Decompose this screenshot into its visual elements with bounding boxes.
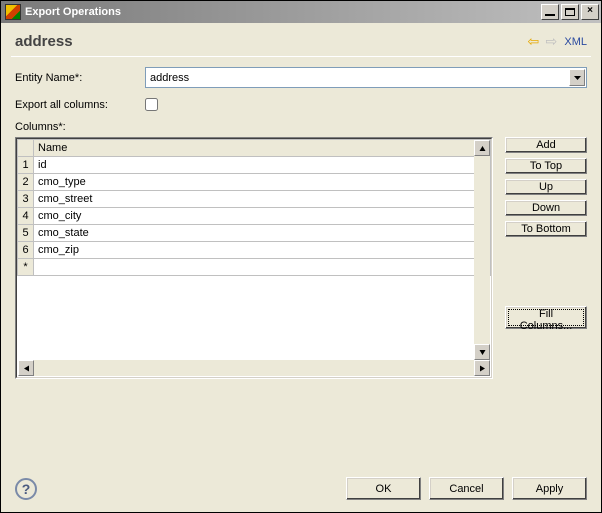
- table-row: 2cmo_type: [18, 174, 491, 191]
- ok-button[interactable]: OK: [346, 477, 421, 500]
- export-operations-window: Export Operations × address ⇦ ⇨ XML Enti…: [0, 0, 602, 513]
- export-all-checkbox[interactable]: [145, 98, 158, 111]
- entity-name-select[interactable]: address: [145, 67, 587, 88]
- vertical-scrollbar[interactable]: [474, 140, 490, 360]
- up-button[interactable]: Up: [505, 179, 587, 195]
- scroll-down-icon[interactable]: [474, 344, 490, 360]
- export-all-label: Export all columns:: [15, 99, 145, 111]
- xml-link[interactable]: XML: [564, 36, 587, 48]
- row-num[interactable]: 5: [18, 225, 34, 242]
- cell-name[interactable]: cmo_city: [34, 208, 491, 225]
- add-button[interactable]: Add: [505, 137, 587, 153]
- row-num[interactable]: 3: [18, 191, 34, 208]
- scroll-up-icon[interactable]: [474, 140, 490, 156]
- cell-name[interactable]: cmo_state: [34, 225, 491, 242]
- columns-label: Columns*:: [15, 121, 587, 133]
- form-area: Entity Name*: address Export all columns…: [1, 57, 601, 137]
- row-num[interactable]: 2: [18, 174, 34, 191]
- corner-cell: [18, 140, 34, 157]
- row-num[interactable]: 4: [18, 208, 34, 225]
- chevron-down-icon[interactable]: [569, 69, 585, 86]
- page-title: address: [15, 33, 524, 50]
- nav-forward-icon: ⇨: [542, 33, 560, 50]
- row-new-marker[interactable]: *: [18, 259, 34, 276]
- row-num[interactable]: 1: [18, 157, 34, 174]
- scroll-left-icon[interactable]: [18, 360, 34, 376]
- columns-area: Name 1id 2cmo_type 3cmo_street 4cmo_city…: [1, 137, 601, 301]
- cell-name[interactable]: cmo_zip: [34, 242, 491, 259]
- footer: ? OK Cancel Apply: [1, 465, 601, 512]
- cell-name[interactable]: id: [34, 157, 491, 174]
- to-bottom-button[interactable]: To Bottom: [505, 221, 587, 237]
- table-row: 5cmo_state: [18, 225, 491, 242]
- help-icon[interactable]: ?: [15, 478, 37, 500]
- to-top-button[interactable]: To Top: [505, 158, 587, 174]
- row-num[interactable]: 6: [18, 242, 34, 259]
- maximize-button[interactable]: [561, 4, 579, 20]
- titlebar: Export Operations ×: [1, 1, 601, 23]
- entity-name-value: address: [150, 72, 189, 84]
- columns-grid[interactable]: Name 1id 2cmo_type 3cmo_street 4cmo_city…: [17, 139, 491, 377]
- table-row: 4cmo_city: [18, 208, 491, 225]
- table-row: 3cmo_street: [18, 191, 491, 208]
- cell-name[interactable]: cmo_type: [34, 174, 491, 191]
- window-title: Export Operations: [25, 6, 541, 18]
- apply-button[interactable]: Apply: [512, 477, 587, 500]
- minimize-button[interactable]: [541, 4, 559, 20]
- page-header: address ⇦ ⇨ XML: [1, 23, 601, 56]
- table-row: 6cmo_zip: [18, 242, 491, 259]
- nav-back-icon[interactable]: ⇦: [524, 33, 542, 50]
- columns-table-panel: Name 1id 2cmo_type 3cmo_street 4cmo_city…: [15, 137, 493, 379]
- close-button[interactable]: ×: [581, 4, 599, 20]
- cell-name[interactable]: [34, 259, 491, 276]
- cell-name[interactable]: cmo_street: [34, 191, 491, 208]
- app-icon: [5, 4, 21, 20]
- horizontal-scrollbar[interactable]: [18, 360, 490, 376]
- down-button[interactable]: Down: [505, 200, 587, 216]
- cancel-button[interactable]: Cancel: [429, 477, 504, 500]
- side-button-column: Add To Top Up Down To Bottom Fill Column…: [505, 137, 587, 301]
- column-header-name[interactable]: Name: [34, 140, 491, 157]
- scroll-right-icon[interactable]: [474, 360, 490, 376]
- table-row-new: *: [18, 259, 491, 276]
- table-row: 1id: [18, 157, 491, 174]
- entity-name-label: Entity Name*:: [15, 72, 145, 84]
